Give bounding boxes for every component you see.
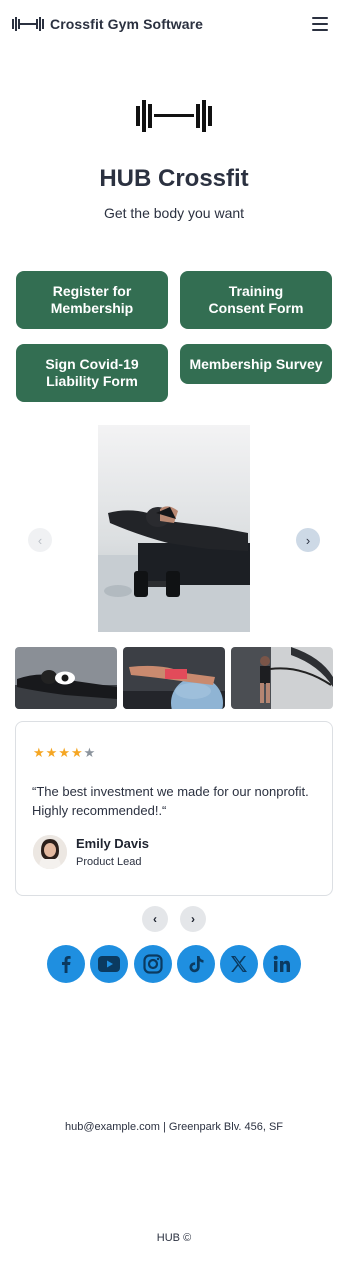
reviewer-role: Product Lead [76,856,142,868]
footer-contact: hub@example.com | Greenpark Blv. 456, SF [64,1121,284,1133]
training-consent-button[interactable]: Training Consent Form [180,271,332,329]
chevron-right-icon: › [305,532,311,548]
testimonial-quote: “The best investment we made for our non… [32,784,309,818]
youtube-link[interactable] [90,945,128,983]
star-filled-icon: ★ [33,745,45,760]
chevron-right-icon: › [191,912,195,926]
gallery-thumbnail-3[interactable] [231,647,333,709]
gallery-thumbnail-2[interactable] [123,647,225,709]
top-nav: Crossfit Gym Software [0,0,348,50]
avatar [33,835,67,869]
testimonial-next-button[interactable]: › [180,906,206,932]
testimonial-prev-button[interactable]: ‹ [142,906,168,932]
barbell-icon [12,17,44,31]
instagram-icon [143,954,163,974]
page-subtitle: Get the body you want [103,205,245,221]
tiktok-link[interactable] [177,945,215,983]
youtube-icon [98,956,120,972]
gallery-prev-button[interactable]: ‹ [28,528,52,552]
star-rating: ★ ★ ★ ★ ★ [33,746,95,759]
eye-icon [55,671,75,685]
page-title: HUB Crossfit [99,165,249,192]
brand-name: Crossfit Gym Software [50,16,204,32]
register-membership-button[interactable]: Register for Membership [16,271,168,329]
hamburger-menu-icon[interactable] [312,17,328,31]
star-empty-icon: ★ [83,745,96,760]
gallery-next-button[interactable]: › [296,528,320,552]
chevron-left-icon: ‹ [153,912,157,926]
x-icon [231,956,247,972]
tiktok-icon [189,956,204,973]
membership-survey-button[interactable]: Membership Survey [180,344,332,384]
chevron-left-icon: ‹ [37,532,43,548]
facebook-link[interactable] [47,945,85,983]
linkedin-link[interactable] [263,945,301,983]
star-filled-icon: ★ [58,745,70,760]
star-filled-icon: ★ [70,745,83,760]
brand-link[interactable]: Crossfit Gym Software [12,16,203,32]
facebook-icon [62,956,71,973]
instagram-link[interactable] [134,945,172,983]
gallery-thumbnail-1[interactable] [15,647,117,709]
reviewer-name: Emily Davis [76,836,149,851]
covid-liability-button[interactable]: Sign Covid-19 Liability Form [16,344,168,402]
x-link[interactable] [220,945,258,983]
linkedin-icon [273,955,290,972]
star-filled-icon: ★ [45,745,58,760]
gallery-main-image [98,425,250,632]
testimonial-card: ★ ★ ★ ★ ★ “The best investment we made for o… [15,721,333,896]
barbell-icon [136,100,212,132]
footer-copyright: HUB © [156,1232,192,1244]
